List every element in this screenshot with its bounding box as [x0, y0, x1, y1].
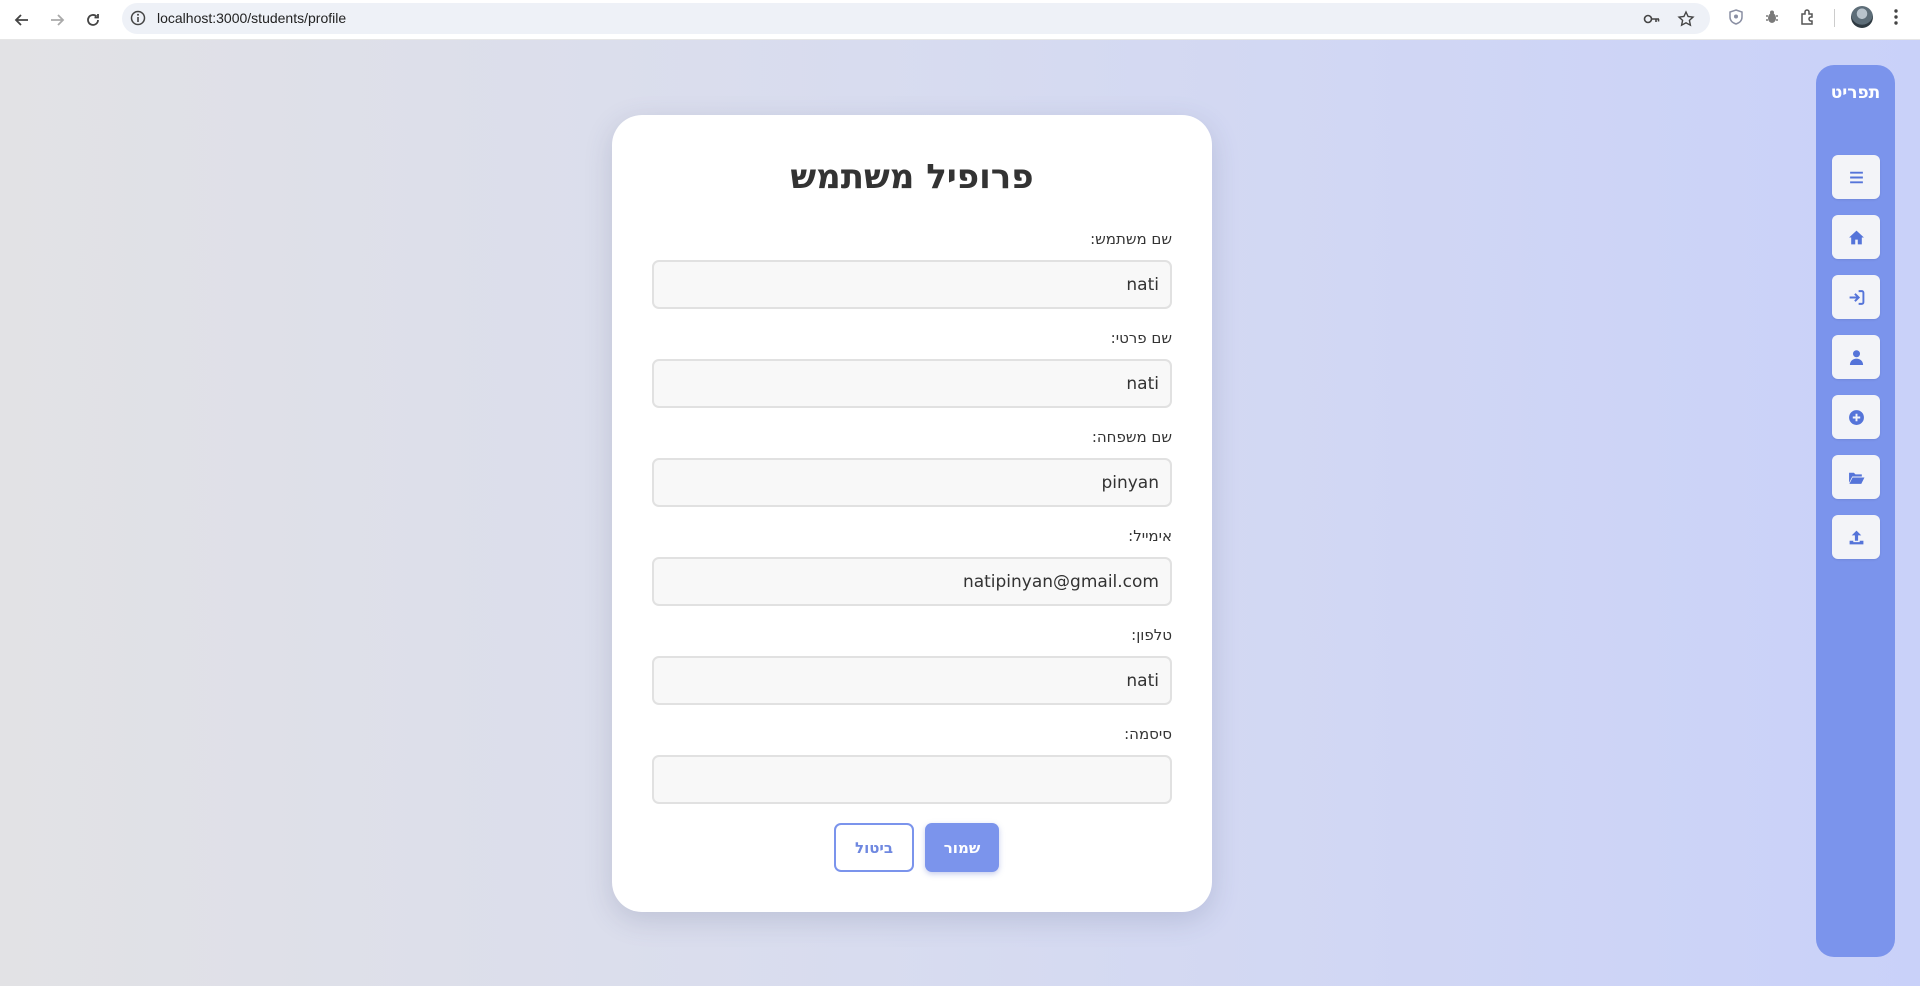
cancel-button[interactable]: ביטול	[834, 823, 914, 872]
first-name-label: שם פרטי:	[1110, 329, 1172, 347]
page-title: פרופיל משתמש	[790, 157, 1034, 197]
reload-icon[interactable]	[79, 6, 107, 34]
username-label: שם משתמש:	[1090, 230, 1172, 248]
page-background: תפריט פרופיל משתמש שם משתמש: שם פרטי: שם	[0, 40, 1920, 986]
first-name-input[interactable]	[652, 359, 1172, 408]
password-label: סיסמה:	[1124, 725, 1172, 743]
toolbar-divider	[1834, 9, 1835, 27]
save-button[interactable]: שמור	[925, 823, 999, 872]
phone-label: טלפון:	[1131, 626, 1172, 644]
profile-card: פרופיל משתמש שם משתמש: שם פרטי: שם משפחה…	[612, 115, 1212, 912]
back-icon[interactable]	[8, 6, 36, 34]
password-key-icon[interactable]	[1643, 10, 1661, 28]
phone-input[interactable]	[652, 656, 1172, 705]
user-icon[interactable]	[1832, 335, 1880, 379]
menu-icon[interactable]	[1832, 155, 1880, 199]
bookmark-star-icon[interactable]	[1677, 10, 1695, 28]
browser-toolbar: localhost:3000/students/profile	[0, 0, 1920, 40]
home-icon[interactable]	[1832, 215, 1880, 259]
bug-extension-icon[interactable]	[1763, 8, 1781, 26]
email-label: אימייל:	[1128, 527, 1172, 545]
forward-icon[interactable]	[43, 6, 71, 34]
extensions-puzzle-icon[interactable]	[1799, 8, 1817, 26]
sidebar-title: תפריט	[1830, 83, 1881, 103]
email-input[interactable]	[652, 557, 1172, 606]
sidebar: תפריט	[1816, 65, 1895, 957]
last-name-label: שם משפחה:	[1091, 428, 1172, 446]
last-name-input[interactable]	[652, 458, 1172, 507]
address-bar[interactable]: localhost:3000/students/profile	[122, 3, 1710, 34]
url-text[interactable]: localhost:3000/students/profile	[157, 10, 346, 26]
upload-icon[interactable]	[1832, 515, 1880, 559]
site-info-icon[interactable]	[130, 10, 146, 26]
profile-avatar[interactable]	[1851, 6, 1873, 28]
username-input[interactable]	[652, 260, 1172, 309]
folder-open-icon[interactable]	[1832, 455, 1880, 499]
password-input[interactable]	[652, 755, 1172, 804]
login-icon[interactable]	[1832, 275, 1880, 319]
plus-circle-icon[interactable]	[1832, 395, 1880, 439]
more-menu-icon[interactable]	[1888, 7, 1904, 27]
shield-extension-icon[interactable]	[1727, 8, 1745, 26]
